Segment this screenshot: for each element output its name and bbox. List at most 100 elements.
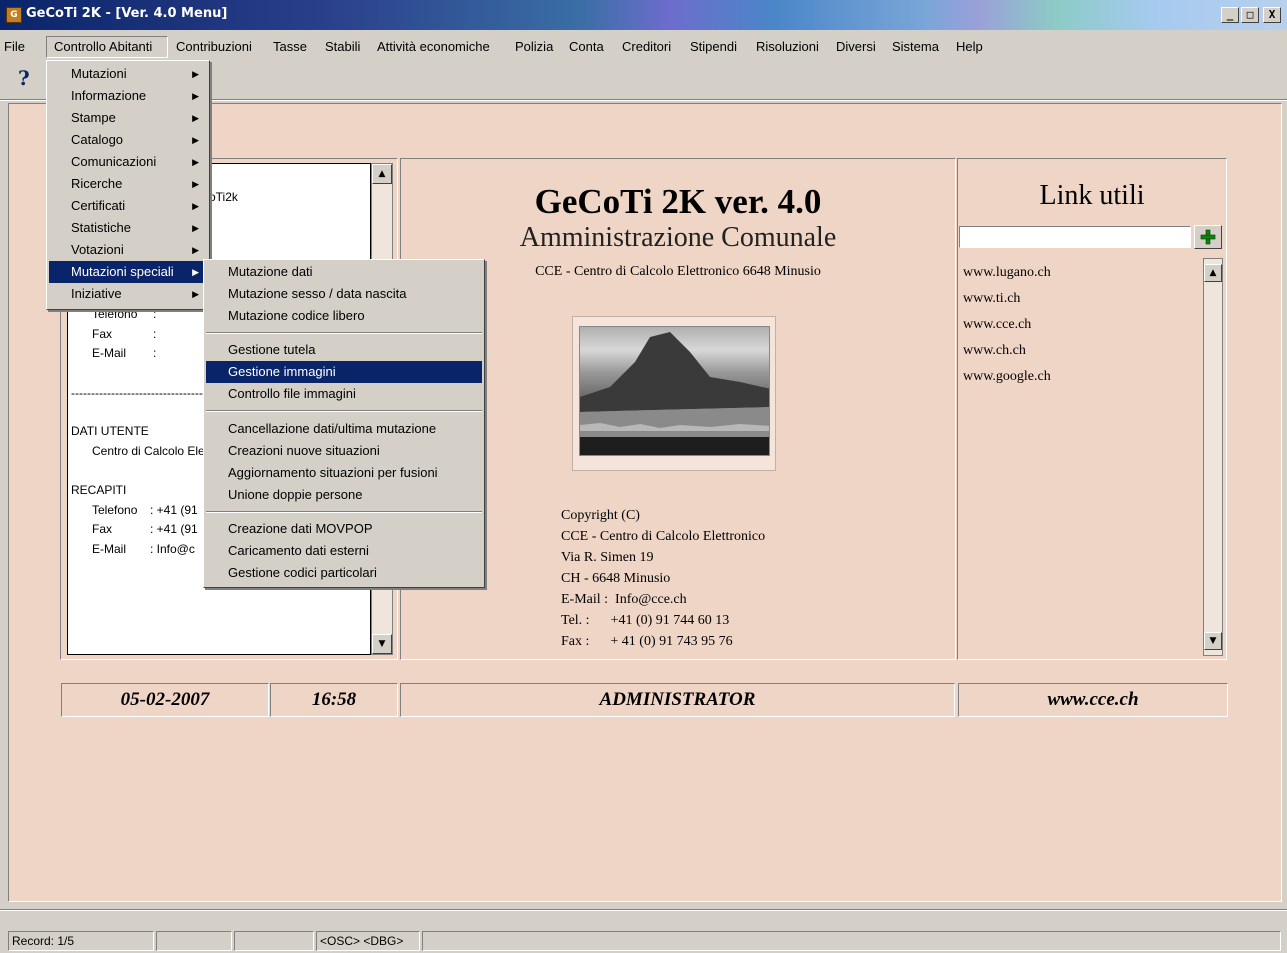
menu-item-label: Statistiche <box>71 220 131 235</box>
menu-gestione-tutela[interactable]: Gestione tutela <box>206 339 482 361</box>
controllo-abitanti-menu: Mutazioni ▶ Informazione ▶ Stampe ▶ Catalog… <box>46 60 210 310</box>
menu-caricamento-dati-esterni[interactable]: Caricamento dati esterni <box>206 540 482 562</box>
menu-item-label: Ricerche <box>71 176 123 191</box>
copyright-line-5: E-Mail : Info@cce.ch <box>561 592 687 607</box>
menu-catalogo[interactable]: Catalogo ▶ <box>49 129 207 151</box>
menu-ricerche[interactable]: Ricerche ▶ <box>49 173 207 195</box>
submenu-arrow-icon: ▶ <box>192 267 199 277</box>
menu-creazioni-nuove-situazioni[interactable]: Creazioni nuove situazioni <box>206 440 482 462</box>
status-flags: <OSC> <DBG> <box>316 931 420 951</box>
menu-conta[interactable]: Conta <box>569 39 604 54</box>
menu-attivita-economiche[interactable]: Attività economiche <box>377 39 490 54</box>
submenu-arrow-icon: ▶ <box>192 289 199 299</box>
submenu-arrow-icon: ▶ <box>192 157 199 167</box>
contact-fax-label: Fax <box>92 327 113 341</box>
menu-iniziative[interactable]: Iniziative ▶ <box>49 283 207 305</box>
link-url-input[interactable] <box>959 226 1191 248</box>
links-title: Link utili <box>1039 180 1145 211</box>
menu-creditori[interactable]: Creditori <box>622 39 671 54</box>
link-item[interactable]: www.ti.ch <box>963 291 1020 307</box>
recapiti-fax-value: : +41 (91 <box>150 522 198 536</box>
submenu-arrow-icon: ▶ <box>192 113 199 123</box>
menu-cancellazione-dati[interactable]: Cancellazione dati/ultima mutazione <box>206 418 482 440</box>
status-panel-2 <box>156 931 232 951</box>
recapiti-email-value: : Info@c <box>150 542 195 556</box>
menu-item-label: Informazione <box>71 88 147 103</box>
menu-aggiornamento-fusioni[interactable]: Aggiornamento situazioni per fusioni <box>206 462 482 484</box>
menu-separator <box>206 410 482 412</box>
menu-comunicazioni[interactable]: Comunicazioni ▶ <box>49 151 207 173</box>
menu-statistiche[interactable]: Statistiche ▶ <box>49 217 207 239</box>
status-bar-divider <box>0 909 1287 911</box>
app-title: GeCoTi 2K ver. 4.0 <box>534 182 822 221</box>
status-panel-3 <box>234 931 314 951</box>
recapiti-phone-label: Telefono <box>92 503 138 517</box>
submenu-arrow-icon: ▶ <box>192 69 199 79</box>
menu-stabili[interactable]: Stabili <box>325 39 360 54</box>
dati-utente-header: DATI UTENTE <box>71 424 149 438</box>
menu-informazione[interactable]: Informazione ▶ <box>49 85 207 107</box>
lake-photo <box>579 326 770 456</box>
scroll-down-icon[interactable]: ▼ <box>372 634 392 654</box>
menu-separator <box>206 511 482 513</box>
close-button[interactable]: X <box>1263 7 1281 23</box>
menu-sistema[interactable]: Sistema <box>892 39 939 54</box>
recapiti-fax-label: Fax <box>92 522 113 536</box>
contact-email-label: E-Mail <box>92 346 127 360</box>
link-item[interactable]: www.lugano.ch <box>963 265 1051 281</box>
scroll-up-icon[interactable]: ▲ <box>1204 264 1222 282</box>
menu-votazioni[interactable]: Votazioni ▶ <box>49 239 207 261</box>
menu-separator <box>206 332 482 334</box>
menu-controllo-abitanti[interactable]: Controllo Abitanti <box>54 39 152 54</box>
menu-mutazione-codice-libero[interactable]: Mutazione codice libero <box>206 305 482 327</box>
menu-contribuzioni[interactable]: Contribuzioni <box>176 39 252 54</box>
menu-item-label: Votazioni <box>71 242 124 257</box>
menu-item-label: Certificati <box>71 198 126 213</box>
contact-email-colon: : <box>153 346 157 360</box>
add-link-button[interactable] <box>1194 225 1222 249</box>
menu-help[interactable]: Help <box>956 39 983 54</box>
recapiti-email-label: E-Mail <box>92 542 127 556</box>
scroll-down-icon[interactable]: ▼ <box>1204 632 1222 650</box>
minimize-button[interactable]: _ <box>1221 7 1239 23</box>
date-display: 05-02-2007 <box>61 683 269 717</box>
link-item[interactable]: www.google.ch <box>963 369 1051 385</box>
submenu-arrow-icon: ▶ <box>192 223 199 233</box>
info-divider: ----------------------------------------… <box>71 386 205 400</box>
menu-polizia[interactable]: Polizia <box>515 39 553 54</box>
link-item[interactable]: www.cce.ch <box>963 317 1031 333</box>
menu-unione-doppie-persone[interactable]: Unione doppie persone <box>206 484 482 506</box>
contact-fax-colon: : <box>153 327 157 341</box>
menu-risoluzioni[interactable]: Risoluzioni <box>756 39 819 54</box>
copyright-line-4: CH - 6648 Minusio <box>561 571 671 586</box>
app-icon[interactable]: G <box>6 7 22 23</box>
submenu-arrow-icon: ▶ <box>192 179 199 189</box>
menu-creazione-movpop[interactable]: Creazione dati MOVPOP <box>206 518 482 540</box>
links-scrollbar[interactable]: ▲ ▼ <box>1203 258 1223 656</box>
menu-diversi[interactable]: Diversi <box>836 39 876 54</box>
link-item[interactable]: www.ch.ch <box>963 343 1026 359</box>
copyright-line-6: Tel. : +41 (0) 91 744 60 13 <box>561 613 730 628</box>
maximize-button[interactable]: □ <box>1241 7 1259 23</box>
menu-tasse[interactable]: Tasse <box>273 39 307 54</box>
menu-mutazione-sesso[interactable]: Mutazione sesso / data nascita <box>206 283 482 305</box>
scroll-up-icon[interactable]: ▲ <box>372 164 392 184</box>
submenu-arrow-icon: ▶ <box>192 135 199 145</box>
menu-controllo-file-immagini[interactable]: Controllo file immagini <box>206 383 482 405</box>
dati-utente-name: Centro di Calcolo Ele <box>92 444 205 458</box>
menu-item-label: Mutazioni speciali <box>71 264 174 279</box>
record-indicator: Record: 1/5 <box>8 931 154 951</box>
menu-item-label: Catalogo <box>71 132 124 147</box>
menu-mutazioni[interactable]: Mutazioni ▶ <box>49 63 207 85</box>
help-icon[interactable]: ? <box>18 66 30 90</box>
menu-gestione-codici-particolari[interactable]: Gestione codici particolari <box>206 562 482 584</box>
menu-file[interactable]: File <box>4 39 25 54</box>
menu-stipendi[interactable]: Stipendi <box>690 39 737 54</box>
lake-photo-graphic <box>580 332 769 455</box>
menu-gestione-immagini[interactable]: Gestione immagini <box>206 361 482 383</box>
mutazioni-speciali-submenu: Mutazione dati Mutazione sesso / data na… <box>203 259 485 588</box>
menu-stampe[interactable]: Stampe ▶ <box>49 107 207 129</box>
menu-mutazioni-speciali[interactable]: Mutazioni speciali ▶ <box>49 261 207 283</box>
menu-mutazione-dati[interactable]: Mutazione dati <box>206 261 482 283</box>
menu-certificati[interactable]: Certificati ▶ <box>49 195 207 217</box>
